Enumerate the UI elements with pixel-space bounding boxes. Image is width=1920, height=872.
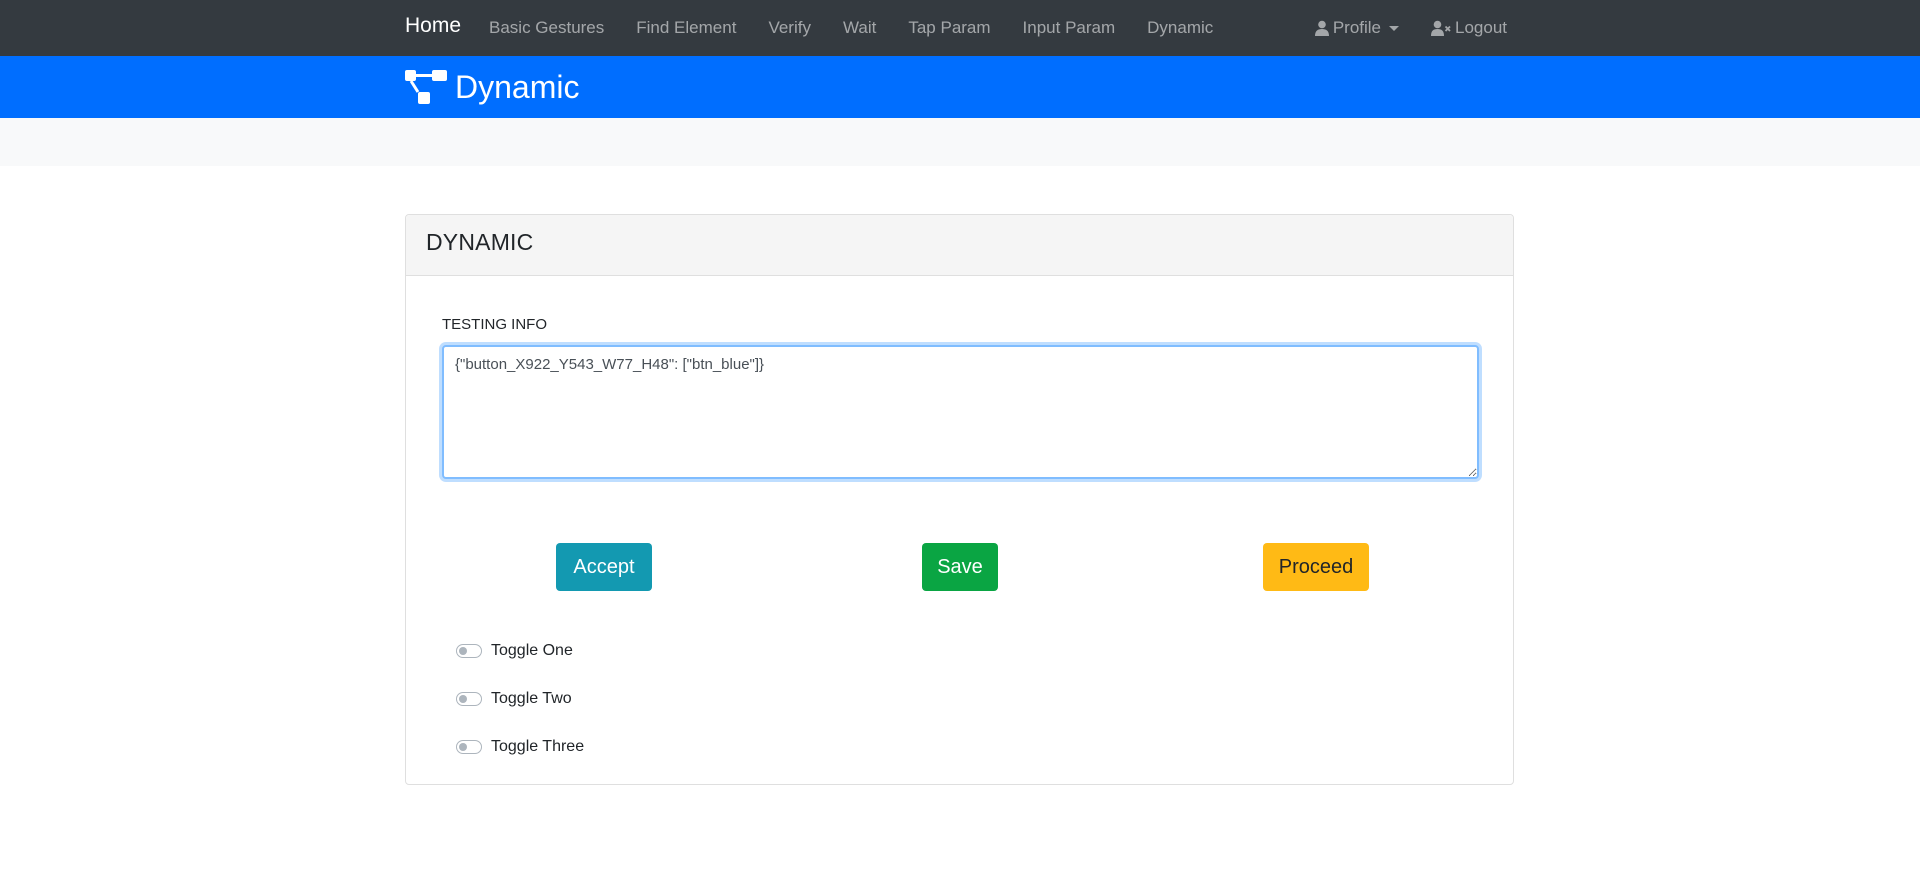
toggle-knob bbox=[459, 743, 467, 751]
nav-links: Basic Gestures Find Element Verify Wait … bbox=[489, 0, 1245, 56]
toggle-switch[interactable] bbox=[456, 692, 482, 706]
page-title: Dynamic bbox=[405, 64, 579, 110]
toggle-one[interactable]: Toggle One bbox=[456, 639, 573, 663]
toggle-two[interactable]: Toggle Two bbox=[456, 687, 572, 711]
toggle-three-label: Toggle Three bbox=[491, 738, 585, 755]
nav-link-tap-param[interactable]: Tap Param bbox=[908, 18, 990, 38]
profile-dropdown[interactable]: Profile bbox=[1314, 18, 1399, 38]
nav-link-input-param[interactable]: Input Param bbox=[1023, 18, 1116, 38]
top-navbar: Home Basic Gestures Find Element Verify … bbox=[0, 0, 1920, 56]
subheader-strip bbox=[0, 118, 1920, 166]
testing-info-label: TESTING INFO bbox=[442, 316, 547, 333]
toggle-two-label: Toggle Two bbox=[491, 690, 572, 707]
user-times-icon bbox=[1431, 20, 1451, 36]
sitemap-icon bbox=[405, 70, 447, 104]
nav-home-link[interactable]: Home bbox=[405, 14, 461, 38]
toggle-switch[interactable] bbox=[456, 644, 482, 658]
toggle-knob bbox=[459, 647, 467, 655]
logout-link[interactable]: Logout bbox=[1431, 18, 1507, 38]
toggle-one-label: Toggle One bbox=[491, 642, 573, 659]
card-header: DYNAMIC bbox=[406, 215, 1513, 276]
testing-info-textarea[interactable]: {"button_X922_Y543_W77_H48": ["btn_blue"… bbox=[442, 345, 1479, 479]
toggle-three[interactable]: Toggle Three bbox=[456, 735, 584, 759]
proceed-button[interactable]: Proceed bbox=[1263, 543, 1369, 591]
nav-right: Profile Logout bbox=[1283, 0, 1507, 56]
nav-link-find-element[interactable]: Find Element bbox=[636, 18, 736, 38]
nav-link-verify[interactable]: Verify bbox=[768, 18, 811, 38]
toggle-switch[interactable] bbox=[456, 740, 482, 754]
page-title-text: Dynamic bbox=[455, 68, 580, 105]
dynamic-card: DYNAMIC TESTING INFO {"button_X922_Y543_… bbox=[405, 214, 1514, 785]
nav-link-wait[interactable]: Wait bbox=[843, 18, 876, 38]
profile-label: Profile bbox=[1332, 18, 1381, 37]
save-button[interactable]: Save bbox=[922, 543, 998, 591]
toggle-knob bbox=[459, 695, 467, 703]
accept-button[interactable]: Accept bbox=[556, 543, 652, 591]
nav-link-dynamic[interactable]: Dynamic bbox=[1147, 18, 1213, 38]
logout-label: Logout bbox=[1455, 18, 1507, 37]
card-title: DYNAMIC bbox=[426, 229, 534, 255]
page-header: Dynamic bbox=[0, 56, 1920, 118]
caret-down-icon bbox=[1389, 25, 1399, 31]
nav-link-basic-gestures[interactable]: Basic Gestures bbox=[489, 18, 604, 38]
user-icon bbox=[1314, 20, 1329, 36]
